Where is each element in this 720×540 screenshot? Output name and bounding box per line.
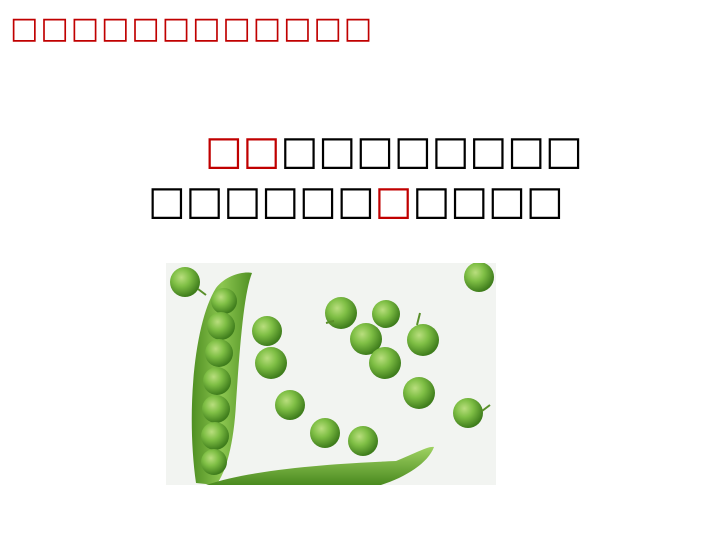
verse-line-2: □□□□□□□□□□□	[148, 178, 564, 224]
verse-line-1: □□□□□□□□□□	[205, 128, 583, 174]
slide-title: □□□□□□□□□□□□	[10, 11, 375, 46]
verse-line-2-highlight: □	[374, 178, 413, 224]
verse-line-2-text-after: □□□□	[412, 178, 564, 224]
peas-illustration	[166, 263, 496, 485]
verse-line-1-highlight: □□	[205, 128, 281, 174]
verse-line-2-text-before: □□□□□□	[148, 178, 375, 224]
verse-line-1-text: □□□□□□□□	[280, 128, 583, 174]
peas-photo	[166, 263, 496, 485]
